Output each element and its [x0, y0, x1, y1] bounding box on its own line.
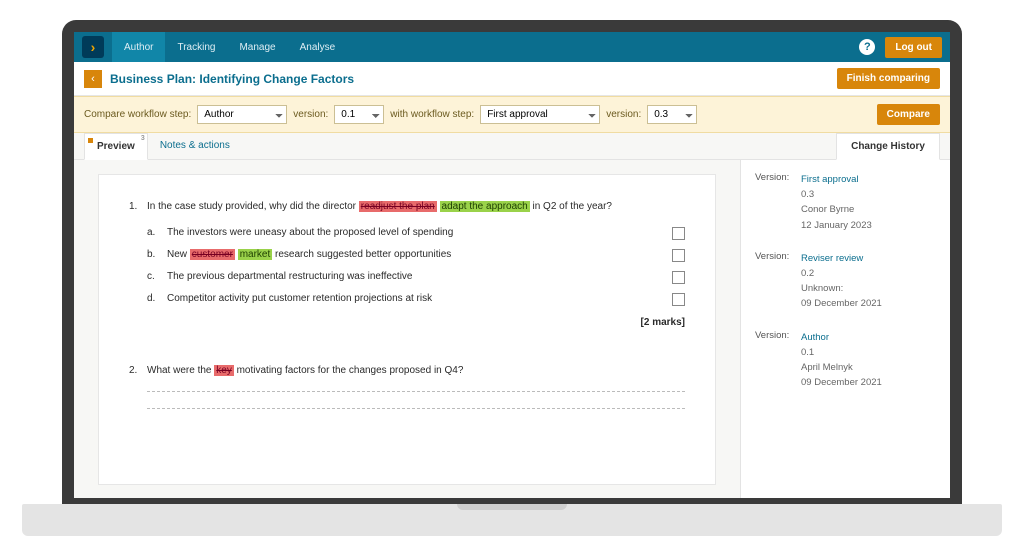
- body-area: 1. In the case study provided, why did t…: [74, 160, 950, 498]
- question-1: 1. In the case study provided, why did t…: [129, 199, 685, 349]
- option-text: The investors were uneasy about the prop…: [167, 225, 648, 241]
- history-entry[interactable]: Version: Reviser review 0.2 Unknown: 09 …: [755, 251, 936, 312]
- laptop-base: [22, 504, 1002, 536]
- history-step: First approval: [801, 172, 936, 187]
- compare-version-b-label: version:: [606, 109, 641, 120]
- q1-text-pre: In the case study provided, why did the …: [147, 201, 359, 212]
- tab-preview-badge: 3: [141, 135, 145, 142]
- option-letter: a.: [147, 225, 167, 241]
- history-version: 0.1: [801, 345, 936, 360]
- nav-tab-analyse[interactable]: Analyse: [288, 32, 348, 62]
- question-number: 1.: [129, 199, 147, 349]
- compare-version-a-select[interactable]: 0.1: [334, 105, 384, 124]
- option-b: b. New customer market research suggeste…: [147, 247, 685, 263]
- option-letter: c.: [147, 269, 167, 285]
- option-letter: d.: [147, 291, 167, 307]
- document-paper: 1. In the case study provided, why did t…: [98, 174, 716, 485]
- compare-step-b-select[interactable]: First approval: [480, 105, 600, 124]
- history-user: Conor Byrne: [801, 202, 936, 217]
- history-version-label: Version:: [755, 251, 801, 312]
- option-c: c. The previous departmental restructuri…: [147, 269, 685, 285]
- tab-notes-actions[interactable]: Notes & actions: [148, 133, 242, 159]
- preview-pane: 1. In the case study provided, why did t…: [74, 160, 740, 498]
- history-step: Author: [801, 330, 936, 345]
- app-logo[interactable]: ›: [82, 36, 104, 58]
- answer-checkbox[interactable]: [672, 271, 685, 284]
- change-indicator-icon: [88, 138, 93, 143]
- compare-step-a-select[interactable]: Author: [197, 105, 287, 124]
- top-navbar: › Author Tracking Manage Analyse ? Log o…: [74, 32, 950, 62]
- doc-tabs-row: Preview 3 Notes & actions Change History: [74, 133, 950, 160]
- laptop-frame: › Author Tracking Manage Analyse ? Log o…: [62, 20, 962, 510]
- history-date: 12 January 2023: [801, 218, 936, 233]
- question-body: In the case study provided, why did the …: [147, 199, 685, 349]
- history-version-label: Version:: [755, 330, 801, 391]
- answer-options: a. The investors were uneasy about the p…: [147, 225, 685, 307]
- diff-deleted: readjust the plan: [359, 201, 437, 212]
- q1-text-post: in Q2 of the year?: [530, 201, 612, 212]
- history-version-label: Version:: [755, 172, 801, 233]
- page-title: Business Plan: Identifying Change Factor…: [110, 72, 354, 86]
- question-2: 2. What were the key motivating factors …: [129, 363, 685, 409]
- compare-step-b-label: with workflow step:: [390, 109, 474, 120]
- compare-version-b-select[interactable]: 0.3: [647, 105, 697, 124]
- tab-change-history[interactable]: Change History: [836, 133, 940, 160]
- history-entry[interactable]: Version: First approval 0.3 Conor Byrne …: [755, 172, 936, 233]
- title-bar: ‹ Business Plan: Identifying Change Fact…: [74, 62, 950, 96]
- history-user: Unknown:: [801, 281, 936, 296]
- option-a: a. The investors were uneasy about the p…: [147, 225, 685, 241]
- diff-deleted: customer: [190, 249, 235, 260]
- answer-checkbox[interactable]: [672, 227, 685, 240]
- history-user: April Melnyk: [801, 360, 936, 375]
- compare-version-a-label: version:: [293, 109, 328, 120]
- compare-toolbar: Compare workflow step: Author version: 0…: [74, 96, 950, 133]
- history-date: 09 December 2021: [801, 296, 936, 311]
- opt-b-pre: New: [167, 249, 190, 260]
- nav-tab-author[interactable]: Author: [112, 32, 165, 62]
- history-date: 09 December 2021: [801, 375, 936, 390]
- back-button[interactable]: ‹: [84, 70, 102, 88]
- diff-inserted: market: [238, 249, 273, 260]
- option-letter: b.: [147, 247, 167, 263]
- answer-checkbox[interactable]: [672, 293, 685, 306]
- question-number: 2.: [129, 363, 147, 409]
- option-text: New customer market research suggested b…: [167, 247, 648, 263]
- finish-comparing-button[interactable]: Finish comparing: [837, 68, 940, 89]
- nav-tab-manage[interactable]: Manage: [227, 32, 287, 62]
- tab-preview[interactable]: Preview 3: [84, 133, 148, 160]
- change-history-pane: Version: First approval 0.3 Conor Byrne …: [740, 160, 950, 498]
- logout-button[interactable]: Log out: [885, 37, 942, 58]
- history-version: 0.2: [801, 266, 936, 281]
- diff-deleted: key: [214, 365, 234, 376]
- option-text: Competitor activity put customer retenti…: [167, 291, 648, 307]
- help-icon[interactable]: ?: [859, 39, 875, 55]
- history-entry[interactable]: Version: Author 0.1 April Melnyk 09 Dece…: [755, 330, 936, 391]
- marks-label: [2 marks]: [147, 315, 685, 331]
- answer-checkbox[interactable]: [672, 249, 685, 262]
- option-d: d. Competitor activity put customer rete…: [147, 291, 685, 307]
- question-body: What were the key motivating factors for…: [147, 363, 685, 409]
- diff-inserted: adapt the approach: [440, 201, 530, 212]
- option-text: The previous departmental restructuring …: [167, 269, 648, 285]
- q2-text-post: motivating factors for the changes propo…: [234, 365, 464, 376]
- nav-tab-tracking[interactable]: Tracking: [165, 32, 227, 62]
- nav-tabs: Author Tracking Manage Analyse: [112, 32, 347, 62]
- history-version: 0.3: [801, 187, 936, 202]
- history-step: Reviser review: [801, 251, 936, 266]
- app-screen: › Author Tracking Manage Analyse ? Log o…: [74, 32, 950, 498]
- compare-step-a-label: Compare workflow step:: [84, 109, 191, 120]
- q2-text-pre: What were the: [147, 365, 214, 376]
- opt-b-post: research suggested better opportunities: [272, 249, 451, 260]
- answer-blank-lines: [147, 391, 685, 409]
- tab-preview-label: Preview: [97, 141, 135, 152]
- compare-button[interactable]: Compare: [877, 104, 940, 125]
